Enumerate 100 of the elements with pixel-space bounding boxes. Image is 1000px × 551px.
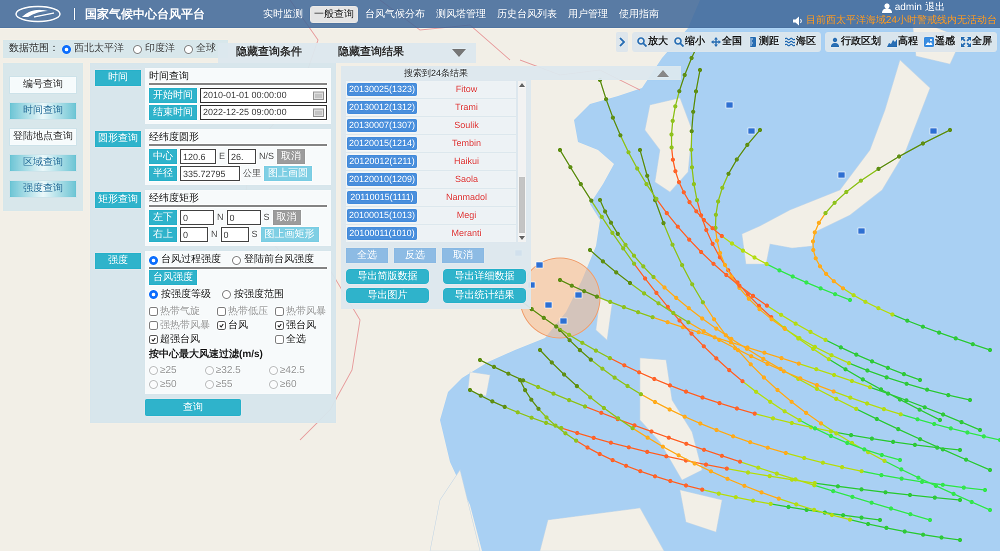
query-type-tab[interactable]: 编号查询 xyxy=(9,76,77,94)
result-row[interactable]: 20120010(1209) Saola xyxy=(346,171,516,188)
checkbox-label[interactable]: 热带低压 xyxy=(228,306,268,318)
date-field[interactable]: 2022-12-25 09:00:00 xyxy=(200,105,327,120)
checkbox-label[interactable]: 全选 xyxy=(286,334,306,346)
caret-down-icon[interactable] xyxy=(452,49,466,57)
collapse-button[interactable] xyxy=(616,32,628,52)
unit-label: N xyxy=(217,212,224,223)
radio-label[interactable]: 按强度等级 xyxy=(161,288,211,300)
scroll-up-icon[interactable] xyxy=(519,83,525,87)
radio-button[interactable] xyxy=(232,256,241,264)
date-field[interactable]: 2010-01-01 00:00:00 xyxy=(200,88,327,103)
checkbox-label[interactable]: 强台风 xyxy=(286,320,316,332)
intensity-tab[interactable]: 台风强度 xyxy=(149,270,197,285)
nav-tab[interactable]: 台风气候分布 xyxy=(361,6,429,22)
radio-label[interactable]: 印度洋 xyxy=(145,43,175,55)
query-type-tab[interactable]: 区域查询 xyxy=(9,154,77,172)
checkbox-label[interactable]: 超强台风 xyxy=(160,334,200,346)
radio-button[interactable] xyxy=(149,256,158,264)
nav-tab[interactable]: 实时监测 xyxy=(259,6,307,22)
query-type-tab[interactable]: 强度查询 xyxy=(9,180,77,198)
caret-up-icon[interactable] xyxy=(657,70,669,76)
checkbox[interactable] xyxy=(149,335,158,344)
text-field[interactable]: 120.6 xyxy=(180,149,216,164)
checkbox[interactable] xyxy=(217,307,226,316)
logout-link[interactable]: 退出 xyxy=(925,2,945,14)
typhoon-id-button[interactable]: 20130025(1323) xyxy=(347,83,417,96)
map-tool-button[interactable]: 海区 xyxy=(783,36,818,48)
map-tool-button[interactable]: 放大 xyxy=(635,36,670,48)
radio-label[interactable]: 按强度范围 xyxy=(234,288,284,300)
typhoon-id-button[interactable]: 20120015(1214) xyxy=(347,137,417,150)
result-row[interactable]: 20100015(1013) Megi xyxy=(346,207,516,224)
map-tool-button[interactable]: 全屏 xyxy=(959,36,994,48)
query-button[interactable]: 查询 xyxy=(145,399,241,416)
cancel-button[interactable]: 取消 xyxy=(272,210,301,225)
checkbox[interactable] xyxy=(275,321,284,330)
map-tool-button[interactable]: 遥感 xyxy=(922,36,957,48)
result-row[interactable]: 20100011(1010) Meranti xyxy=(346,225,516,242)
checkbox[interactable] xyxy=(275,335,284,344)
nav-tab[interactable]: 用户管理 xyxy=(564,6,612,22)
text-field[interactable]: 0 xyxy=(180,227,208,242)
result-row[interactable]: 20130012(1312) Trami xyxy=(346,99,516,116)
radio-button[interactable] xyxy=(62,44,71,54)
nav-tab[interactable]: 测风塔管理 xyxy=(432,6,490,22)
radio-button[interactable] xyxy=(222,290,231,299)
result-row[interactable]: 20120015(1214) Tembin xyxy=(346,135,516,152)
radio-label[interactable]: 台风过程强度 xyxy=(161,254,221,266)
export-button[interactable]: 导出详细数据 xyxy=(443,269,526,284)
result-row[interactable]: 20120012(1211) Haikui xyxy=(346,153,516,170)
logo-icon[interactable] xyxy=(14,5,62,23)
radio-label[interactable]: 西北太平洋 xyxy=(74,43,124,55)
radio-label[interactable]: 全球 xyxy=(196,43,216,55)
toggle-button[interactable]: 隐藏查询结果 xyxy=(338,46,404,60)
map-tool-button[interactable]: 高程 xyxy=(885,36,920,48)
map-tool-button[interactable]: 测距 xyxy=(746,36,781,48)
text-field[interactable]: 0 xyxy=(180,210,214,225)
result-row[interactable]: 20130007(1307) Soulik xyxy=(346,117,516,134)
text-field[interactable]: 26. xyxy=(228,149,256,164)
radio-label[interactable]: 登陆前台风强度 xyxy=(244,254,314,266)
checkbox-label[interactable]: 强热带风暴 xyxy=(160,320,210,332)
text-field[interactable]: 335.72795 xyxy=(180,166,240,181)
text-field[interactable]: 0 xyxy=(220,227,248,242)
export-button[interactable]: 导出图片 xyxy=(346,288,429,303)
typhoon-id-button[interactable]: 20120010(1209) xyxy=(347,173,417,186)
checkbox[interactable] xyxy=(149,307,158,316)
map-tool-button[interactable]: 全国 xyxy=(709,36,744,48)
result-row[interactable]: 20130025(1323) Fitow xyxy=(346,81,516,98)
typhoon-id-button[interactable]: 20130007(1307) xyxy=(347,119,417,132)
typhoon-id-button[interactable]: 20120012(1211) xyxy=(347,155,417,168)
radio-button[interactable] xyxy=(133,44,142,54)
cancel-button[interactable]: 取消 xyxy=(277,149,306,164)
text-field[interactable]: 0 xyxy=(226,210,260,225)
radio-button[interactable] xyxy=(184,44,193,54)
scrollbar[interactable] xyxy=(518,81,526,242)
nav-tab[interactable]: 一般查询 xyxy=(310,6,358,22)
typhoon-id-button[interactable]: 20130012(1312) xyxy=(347,101,417,114)
typhoon-id-button[interactable]: 20110015(1111) xyxy=(347,191,417,204)
checkbox-label[interactable]: 热带气旋 xyxy=(160,306,200,318)
export-button[interactable]: 导出简版数据 xyxy=(346,269,429,284)
checkbox[interactable] xyxy=(149,321,158,330)
checkbox-label[interactable]: 台风 xyxy=(228,320,248,332)
toggle-button[interactable]: 隐藏查询条件 xyxy=(236,46,302,60)
map-tool-button[interactable]: 缩小 xyxy=(672,36,707,48)
checkbox-label[interactable]: 热带风暴 xyxy=(286,306,326,318)
nav-tab[interactable]: 历史台风列表 xyxy=(493,6,561,22)
query-type-tab[interactable]: 登陆地点查询 xyxy=(9,128,77,146)
export-button[interactable]: 导出统计结果 xyxy=(443,288,526,303)
query-type-tab[interactable]: 时间查询 xyxy=(9,102,77,120)
typhoon-id-button[interactable]: 20100011(1010) xyxy=(347,227,417,240)
scroll-down-icon[interactable] xyxy=(519,236,525,240)
result-row[interactable]: 20110015(1111) Nanmadol xyxy=(346,189,516,206)
scrollbar-thumb[interactable] xyxy=(519,177,525,233)
map-tool-button[interactable]: 行政区划 xyxy=(828,36,883,48)
person-icon xyxy=(830,37,840,47)
typhoon-name: Nanmadol xyxy=(444,192,488,203)
checkbox[interactable] xyxy=(275,307,284,316)
radio-button[interactable] xyxy=(149,290,158,299)
nav-tab[interactable]: 使用指南 xyxy=(615,6,663,22)
typhoon-id-button[interactable]: 20100015(1013) xyxy=(347,209,417,222)
checkbox[interactable] xyxy=(217,321,226,330)
